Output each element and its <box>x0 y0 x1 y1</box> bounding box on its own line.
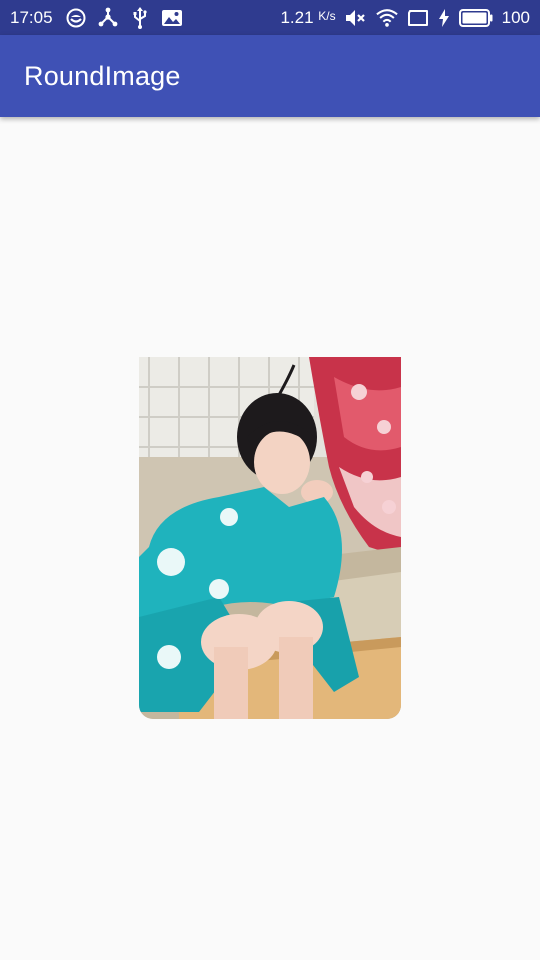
battery-icon <box>458 7 493 29</box>
wifi-icon <box>375 7 398 29</box>
network-speed-value: 1.21 <box>280 7 314 27</box>
network-speed: 1.21 K/s <box>280 8 335 28</box>
status-bar: 17:05 1.21 K/s 100 <box>0 0 540 35</box>
screen-icon <box>407 7 429 29</box>
share-hub-icon <box>97 7 119 29</box>
status-right: 1.21 K/s 100 <box>280 7 530 29</box>
status-left: 17:05 <box>10 6 183 29</box>
sync-icon <box>65 7 87 29</box>
app-bar: RoundImage <box>0 35 540 117</box>
app-title: RoundImage <box>24 60 181 91</box>
charging-icon <box>438 7 450 29</box>
usb-icon <box>129 6 151 29</box>
status-time: 17:05 <box>10 7 53 27</box>
photo-image <box>139 357 401 719</box>
round-image <box>139 357 401 719</box>
network-speed-unit: K/s <box>318 8 336 23</box>
gallery-icon <box>161 7 183 29</box>
mute-icon <box>345 7 367 29</box>
battery-percent: 100 <box>501 7 530 27</box>
main-content <box>0 117 540 960</box>
